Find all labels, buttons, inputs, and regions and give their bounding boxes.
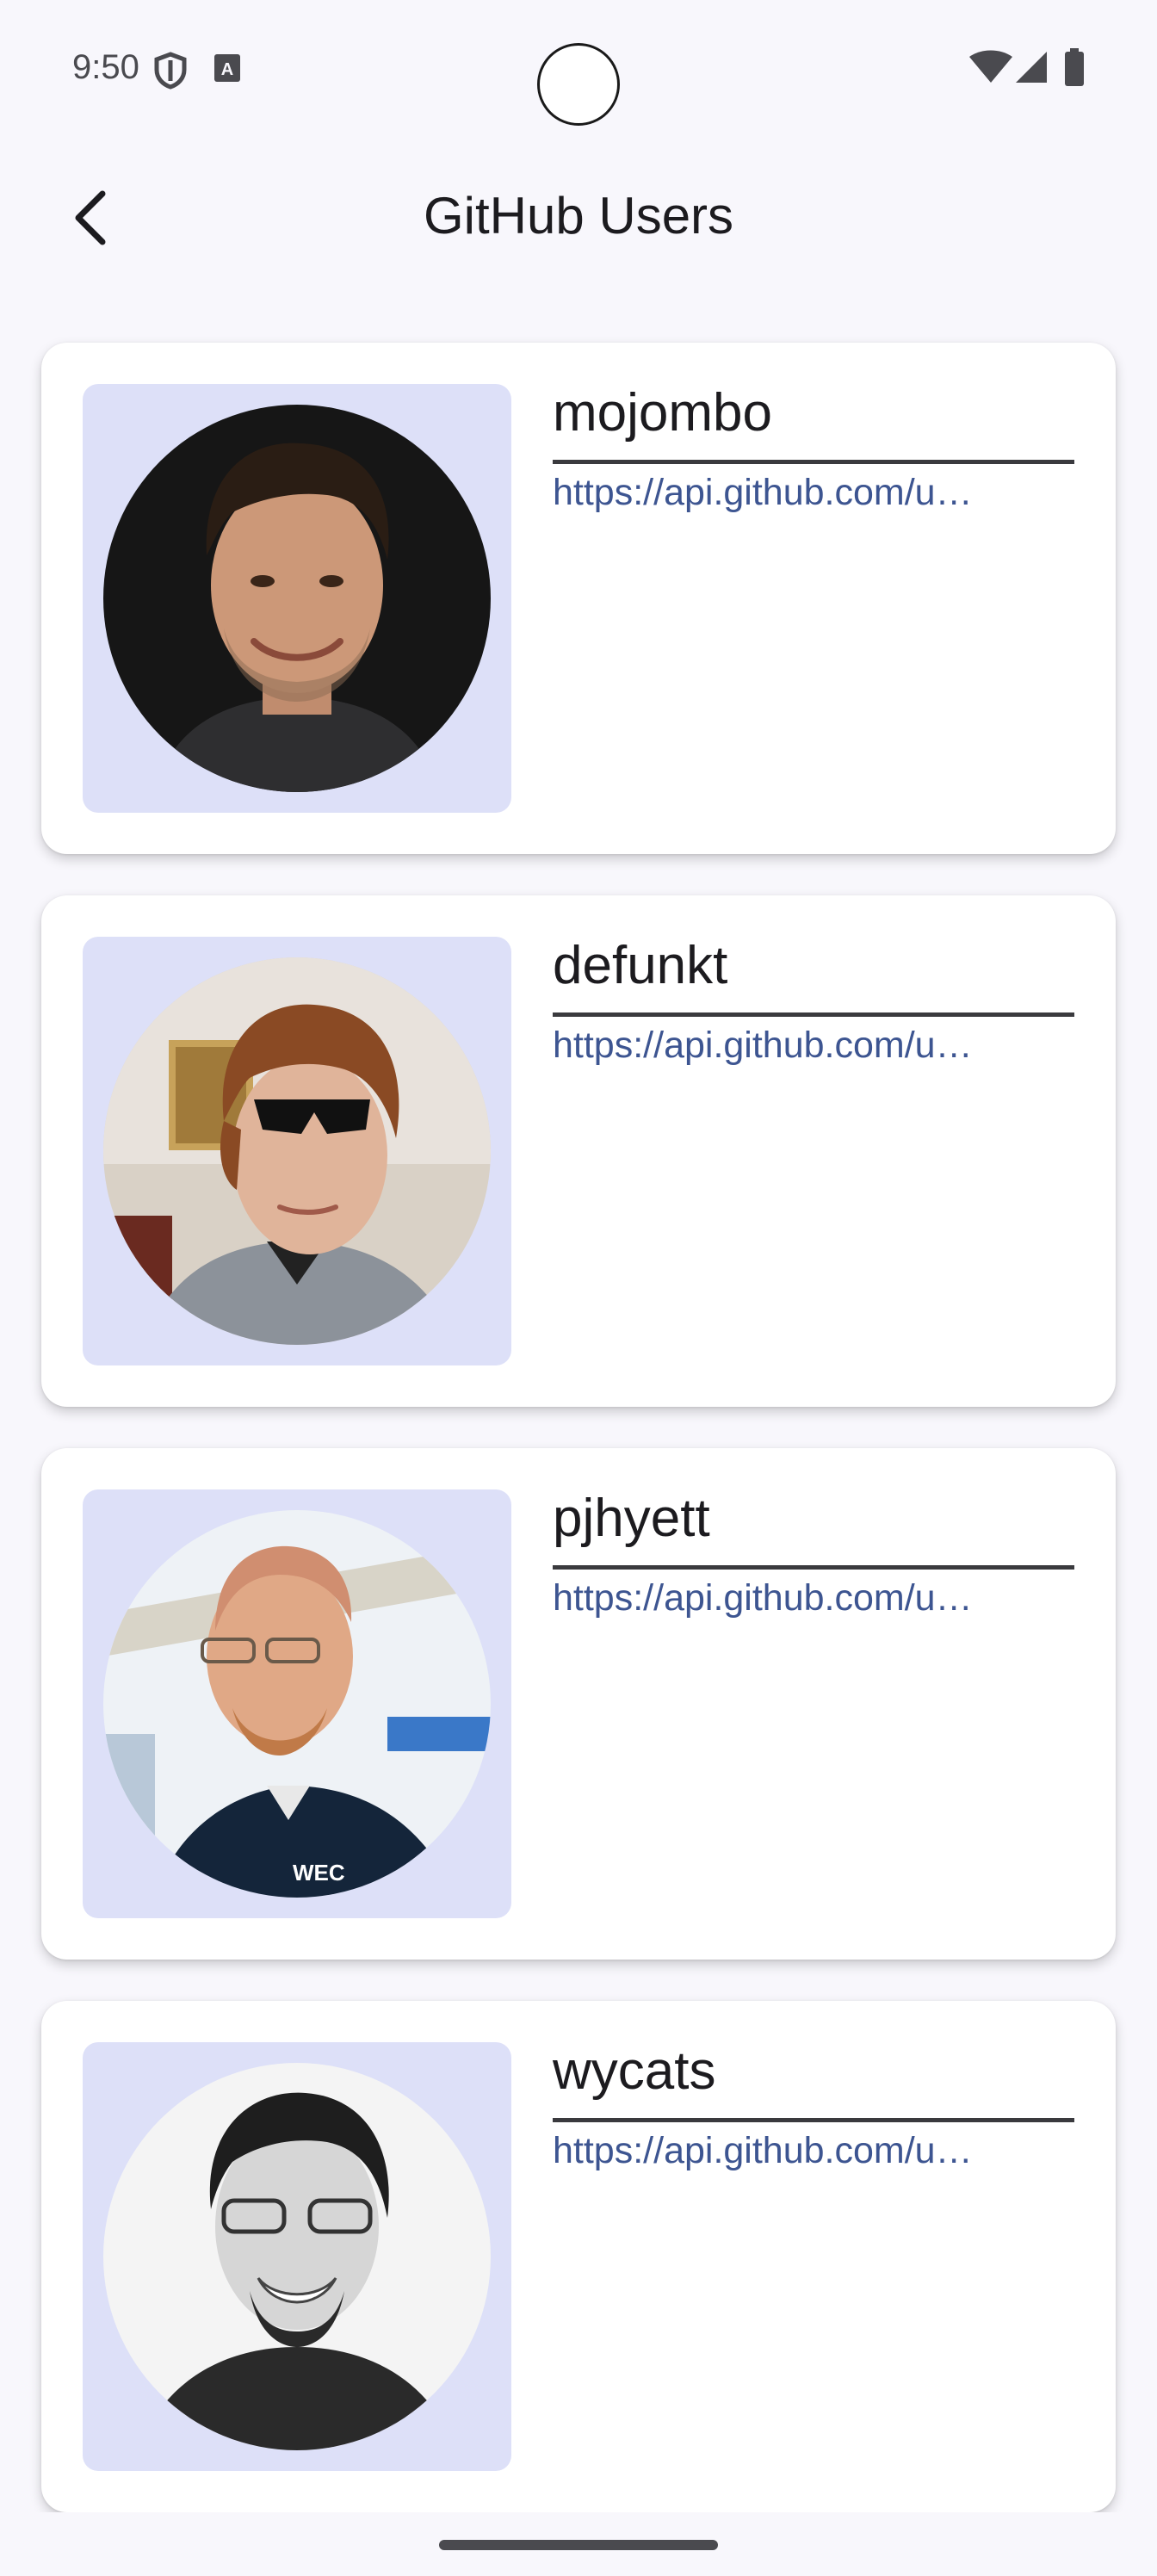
user-card[interactable]: mojombo https://api.github.com/u…	[41, 343, 1116, 854]
wifi-icon	[969, 50, 1012, 89]
screen: 9:50 A GitHub Users mojombo https://api.…	[0, 0, 1157, 2576]
avatar-tile	[83, 384, 511, 813]
user-url[interactable]: https://api.github.com/u…	[553, 472, 1069, 514]
avatar	[103, 957, 491, 1345]
avatar-tile: WEC	[83, 1489, 511, 1918]
user-login: wycats	[553, 2037, 1074, 2122]
home-indicator[interactable]	[439, 2540, 718, 2550]
svg-text:A: A	[221, 60, 233, 79]
avatar: WEC	[103, 1510, 491, 1898]
svg-text:WEC: WEC	[293, 1860, 345, 1886]
avatar	[103, 2063, 491, 2450]
camera-cutout	[537, 43, 620, 126]
avatar-tile	[83, 937, 511, 1365]
status-bar: 9:50 A	[0, 0, 1157, 138]
user-card[interactable]: wycats https://api.github.com/u…	[41, 2001, 1116, 2512]
user-login: defunkt	[553, 932, 1074, 1017]
avatar-tile	[83, 2042, 511, 2471]
user-url[interactable]: https://api.github.com/u…	[553, 1577, 1069, 1619]
user-login: mojombo	[553, 379, 1074, 464]
user-card[interactable]: WEC pjhyett https://api.github.com/u…	[41, 1448, 1116, 1960]
signal-icon	[1014, 50, 1049, 89]
battery-icon	[1064, 48, 1085, 90]
shield-icon	[153, 52, 188, 94]
user-login: pjhyett	[553, 1484, 1074, 1570]
status-time: 9:50	[72, 48, 139, 86]
a-notification-icon: A	[213, 53, 241, 87]
avatar	[103, 405, 491, 792]
page-title: GitHub Users	[423, 187, 734, 245]
user-card[interactable]: defunkt https://api.github.com/u…	[41, 895, 1116, 1407]
app-bar: GitHub Users	[0, 155, 1157, 284]
user-url[interactable]: https://api.github.com/u…	[553, 1025, 1069, 1067]
user-url[interactable]: https://api.github.com/u…	[553, 2130, 1069, 2172]
